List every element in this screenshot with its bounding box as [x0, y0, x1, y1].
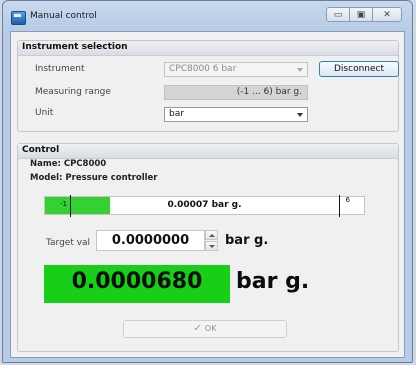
maximize-button[interactable]: ▣ — [349, 7, 373, 22]
ok-label: OK — [204, 324, 217, 333]
title-bar[interactable]: Manual control ▭ ▣ ✕ — [3, 1, 412, 31]
spin-up-button[interactable] — [205, 230, 218, 240]
minimize-button[interactable]: ▭ — [326, 7, 350, 22]
chevron-down-icon — [297, 68, 303, 72]
window-controls: ▭ ▣ ✕ — [326, 7, 402, 22]
unit-value: bar — [169, 109, 184, 119]
actual-value-unit: bar g. — [236, 269, 310, 294]
target-value-label: Target val — [46, 238, 91, 248]
instrument-value: CPC8000 6 bar — [169, 64, 237, 74]
actual-value-display: 0.0000680 — [44, 265, 230, 303]
spin-down-button[interactable] — [205, 241, 218, 251]
window-title: Manual control — [30, 11, 97, 21]
target-value-input[interactable]: 0.0000000 — [96, 230, 205, 251]
instrument-select: CPC8000 6 bar — [164, 62, 308, 77]
instrument-model: Model: Pressure controller — [30, 173, 158, 183]
target-unit: bar g. — [225, 233, 269, 248]
measuring-range-label: Measuring range — [35, 87, 111, 97]
bar-current-value: 0.00007 bar g. — [167, 200, 242, 210]
check-icon: ✓ — [193, 323, 202, 334]
instrument-label: Instrument — [35, 64, 85, 74]
app-icon — [11, 11, 26, 25]
chevron-down-icon — [297, 113, 303, 117]
disconnect-button[interactable]: Disconnect — [319, 61, 399, 77]
instrument-selection-heading: Instrument selection — [22, 42, 128, 52]
measuring-range-value: (-1 ... 6) bar g. — [164, 85, 308, 100]
instrument-selection-group: Instrument selection Instrument CPC8000 … — [17, 40, 399, 132]
close-button[interactable]: ✕ — [372, 7, 402, 22]
ok-button[interactable]: ✓ OK — [123, 320, 287, 338]
control-heading: Control — [22, 145, 60, 155]
unit-select[interactable]: bar — [164, 107, 308, 122]
actual-value: 0.0000680 — [71, 269, 203, 294]
unit-label: Unit — [35, 108, 54, 118]
pressure-level-bar: -1 6 0.00007 bar g. — [44, 195, 365, 217]
group-header: Instrument selection — [18, 41, 398, 56]
dialog-client-area: Instrument selection Instrument CPC8000 … — [10, 31, 405, 358]
group-header: Control — [18, 144, 398, 159]
manual-control-window: Manual control ▭ ▣ ✕ Instrument selectio… — [2, 0, 413, 363]
instrument-name: Name: CPC8000 — [30, 159, 107, 169]
